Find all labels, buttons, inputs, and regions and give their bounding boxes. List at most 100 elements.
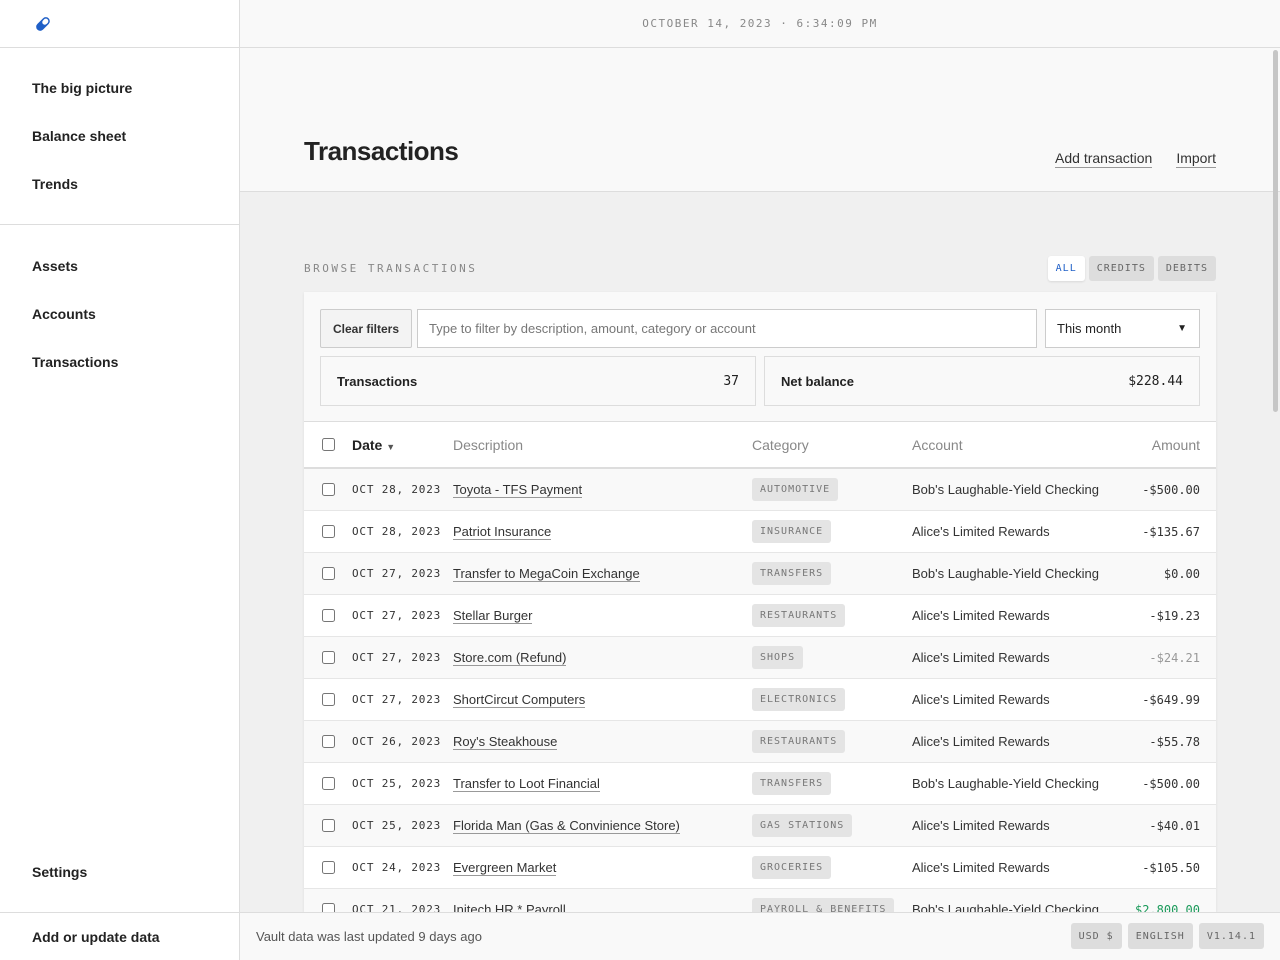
category-badge[interactable]: TRANSFERS xyxy=(752,562,832,585)
filter-debits-button[interactable]: DEBITS xyxy=(1157,256,1216,281)
row-category-cell: RESTAURANTS xyxy=(752,604,912,627)
row-account: Alice's Limited Rewards xyxy=(912,860,1050,875)
add-transaction-link[interactable]: Add transaction xyxy=(1055,150,1153,168)
sidebar-item-trends[interactable]: Trends xyxy=(0,160,239,208)
table-row[interactable]: OCT 21, 2023 Initech HR * Payroll PAYROLL … xyxy=(304,889,1216,912)
sidebar-item-settings[interactable]: Settings xyxy=(0,848,239,896)
category-badge[interactable]: GAS STATIONS xyxy=(752,814,853,837)
sidebar-item-balance-sheet[interactable]: Balance sheet xyxy=(0,112,239,160)
row-date: OCT 28, 2023 xyxy=(352,483,442,496)
row-description-cell: Transfer to MegaCoin Exchange xyxy=(453,566,752,582)
row-description-link[interactable]: Florida Man (Gas & Convinience Store) xyxy=(453,818,680,834)
row-date: OCT 27, 2023 xyxy=(352,609,442,622)
row-account: Alice's Limited Rewards xyxy=(912,650,1050,665)
category-badge[interactable]: GROCERIES xyxy=(752,856,832,879)
row-checkbox[interactable] xyxy=(321,735,335,748)
row-checkbox[interactable] xyxy=(321,903,335,912)
table-row[interactable]: OCT 27, 2023 Stellar Burger RESTAURANTS Ali… xyxy=(304,595,1216,637)
row-checkbox-cell xyxy=(304,525,352,538)
row-description-link[interactable]: Initech HR * Payroll xyxy=(453,902,566,912)
filter-all-button[interactable]: ALL xyxy=(1047,256,1085,281)
add-update-data-link[interactable]: Add or update data xyxy=(0,912,239,960)
category-badge[interactable]: PAYROLL & BENEFITS xyxy=(752,898,895,912)
category-badge[interactable]: INSURANCE xyxy=(752,520,832,543)
page-title: Transactions xyxy=(304,136,459,166)
table-row[interactable]: OCT 27, 2023 Transfer to MegaCoin Exchang… xyxy=(304,553,1216,595)
transactions-card: Clear filters Type to filter by descript… xyxy=(304,292,1216,912)
sidebar-item-transactions[interactable]: Transactions xyxy=(0,338,239,386)
row-checkbox[interactable] xyxy=(321,609,335,622)
row-date: OCT 27, 2023 xyxy=(352,693,442,706)
row-date: OCT 21, 2023 xyxy=(352,903,442,912)
row-amount: -$24.21 xyxy=(1149,650,1200,665)
scrollbar[interactable] xyxy=(1273,50,1278,412)
row-description-link[interactable]: ShortCircut Computers xyxy=(453,692,586,708)
currency-pill[interactable]: USD $ xyxy=(1070,923,1122,949)
row-amount: $2,800.00 xyxy=(1134,902,1200,913)
sidebar-item-accounts[interactable]: Accounts xyxy=(0,290,239,338)
row-category-cell: GROCERIES xyxy=(752,856,912,879)
row-date: OCT 26, 2023 xyxy=(352,735,442,748)
date-header-label: Date xyxy=(352,436,383,453)
category-badge[interactable]: RESTAURANTS xyxy=(752,730,846,753)
language-pill[interactable]: ENGLISH xyxy=(1127,923,1193,949)
select-all-checkbox[interactable] xyxy=(321,438,335,451)
row-description-link[interactable]: Evergreen Market xyxy=(453,860,557,876)
import-link[interactable]: Import xyxy=(1176,150,1216,168)
row-description-link[interactable]: Transfer to MegaCoin Exchange xyxy=(453,566,640,582)
row-description-link[interactable]: Stellar Burger xyxy=(453,608,533,624)
row-checkbox[interactable] xyxy=(321,693,335,706)
category-column-header[interactable]: Category xyxy=(752,437,912,453)
table-row[interactable]: OCT 28, 2023 Patriot Insurance INSURANCE Al… xyxy=(304,511,1216,553)
table-row[interactable]: OCT 28, 2023 Toyota - TFS Payment AUTOMOTI… xyxy=(304,469,1216,511)
row-description-cell: Patriot Insurance xyxy=(453,524,752,540)
filter-credits-button[interactable]: CREDITS xyxy=(1088,256,1154,281)
row-description-link[interactable]: Store.com (Refund) xyxy=(453,650,567,666)
category-badge[interactable]: SHOPS xyxy=(752,646,804,669)
row-checkbox-cell xyxy=(304,819,352,832)
period-select[interactable]: This month ▼ xyxy=(1045,309,1200,348)
row-account: Alice's Limited Rewards xyxy=(912,692,1050,707)
table-row[interactable]: OCT 25, 2023 Florida Man (Gas & Convinien… xyxy=(304,805,1216,847)
clear-filters-button[interactable]: Clear filters xyxy=(320,309,413,348)
row-category-cell: PAYROLL & BENEFITS xyxy=(752,898,912,912)
table-row[interactable]: OCT 27, 2023 ShortCircut Computers ELECTRO… xyxy=(304,679,1216,721)
sidebar: The big picture Balance sheet Trends Ass… xyxy=(0,0,240,960)
row-checkbox[interactable] xyxy=(321,483,335,496)
category-badge[interactable]: TRANSFERS xyxy=(752,772,832,795)
sidebar-item-assets[interactable]: Assets xyxy=(0,242,239,290)
description-column-header[interactable]: Description xyxy=(453,437,752,453)
table-row[interactable]: OCT 25, 2023 Transfer to Loot Financial TR… xyxy=(304,763,1216,805)
row-amount: -$500.00 xyxy=(1142,776,1200,791)
row-description-link[interactable]: Toyota - TFS Payment xyxy=(453,482,583,498)
select-all-cell xyxy=(304,438,352,451)
type-filter: ALL CREDITS DEBITS xyxy=(1047,256,1216,281)
row-checkbox[interactable] xyxy=(321,861,335,874)
search-input[interactable]: Type to filter by description, amount, c… xyxy=(417,309,1037,348)
account-column-header[interactable]: Account xyxy=(912,437,1132,453)
table-row[interactable]: OCT 24, 2023 Evergreen Market GROCERIES Ali… xyxy=(304,847,1216,889)
category-badge[interactable]: ELECTRONICS xyxy=(752,688,846,711)
logo[interactable] xyxy=(0,0,239,48)
row-description-link[interactable]: Transfer to Loot Financial xyxy=(453,776,600,792)
row-checkbox[interactable] xyxy=(321,819,335,832)
footer: Vault data was last updated 9 days ago U… xyxy=(240,912,1280,960)
row-description-cell: ShortCircut Computers xyxy=(453,692,752,708)
amount-column-header[interactable]: Amount xyxy=(1132,437,1200,453)
sidebar-item-big-picture[interactable]: The big picture xyxy=(0,64,239,112)
category-badge[interactable]: AUTOMOTIVE xyxy=(752,478,839,501)
date-column-header[interactable]: Date ▼ xyxy=(352,437,453,453)
category-badge[interactable]: RESTAURANTS xyxy=(752,604,846,627)
row-amount: -$55.78 xyxy=(1149,734,1200,749)
table-row[interactable]: OCT 27, 2023 Store.com (Refund) SHOPS Alice… xyxy=(304,637,1216,679)
row-checkbox[interactable] xyxy=(321,651,335,664)
row-checkbox[interactable] xyxy=(321,567,335,580)
table-row[interactable]: OCT 26, 2023 Roy's Steakhouse RESTAURANTS A… xyxy=(304,721,1216,763)
row-amount: -$19.23 xyxy=(1149,608,1200,623)
row-description-cell: Transfer to Loot Financial xyxy=(453,776,752,792)
row-checkbox[interactable] xyxy=(321,777,335,790)
row-checkbox[interactable] xyxy=(321,525,335,538)
row-description-link[interactable]: Roy's Steakhouse xyxy=(453,734,558,750)
row-description-link[interactable]: Patriot Insurance xyxy=(453,524,552,540)
nav-primary: The big picture Balance sheet Trends xyxy=(0,48,239,225)
